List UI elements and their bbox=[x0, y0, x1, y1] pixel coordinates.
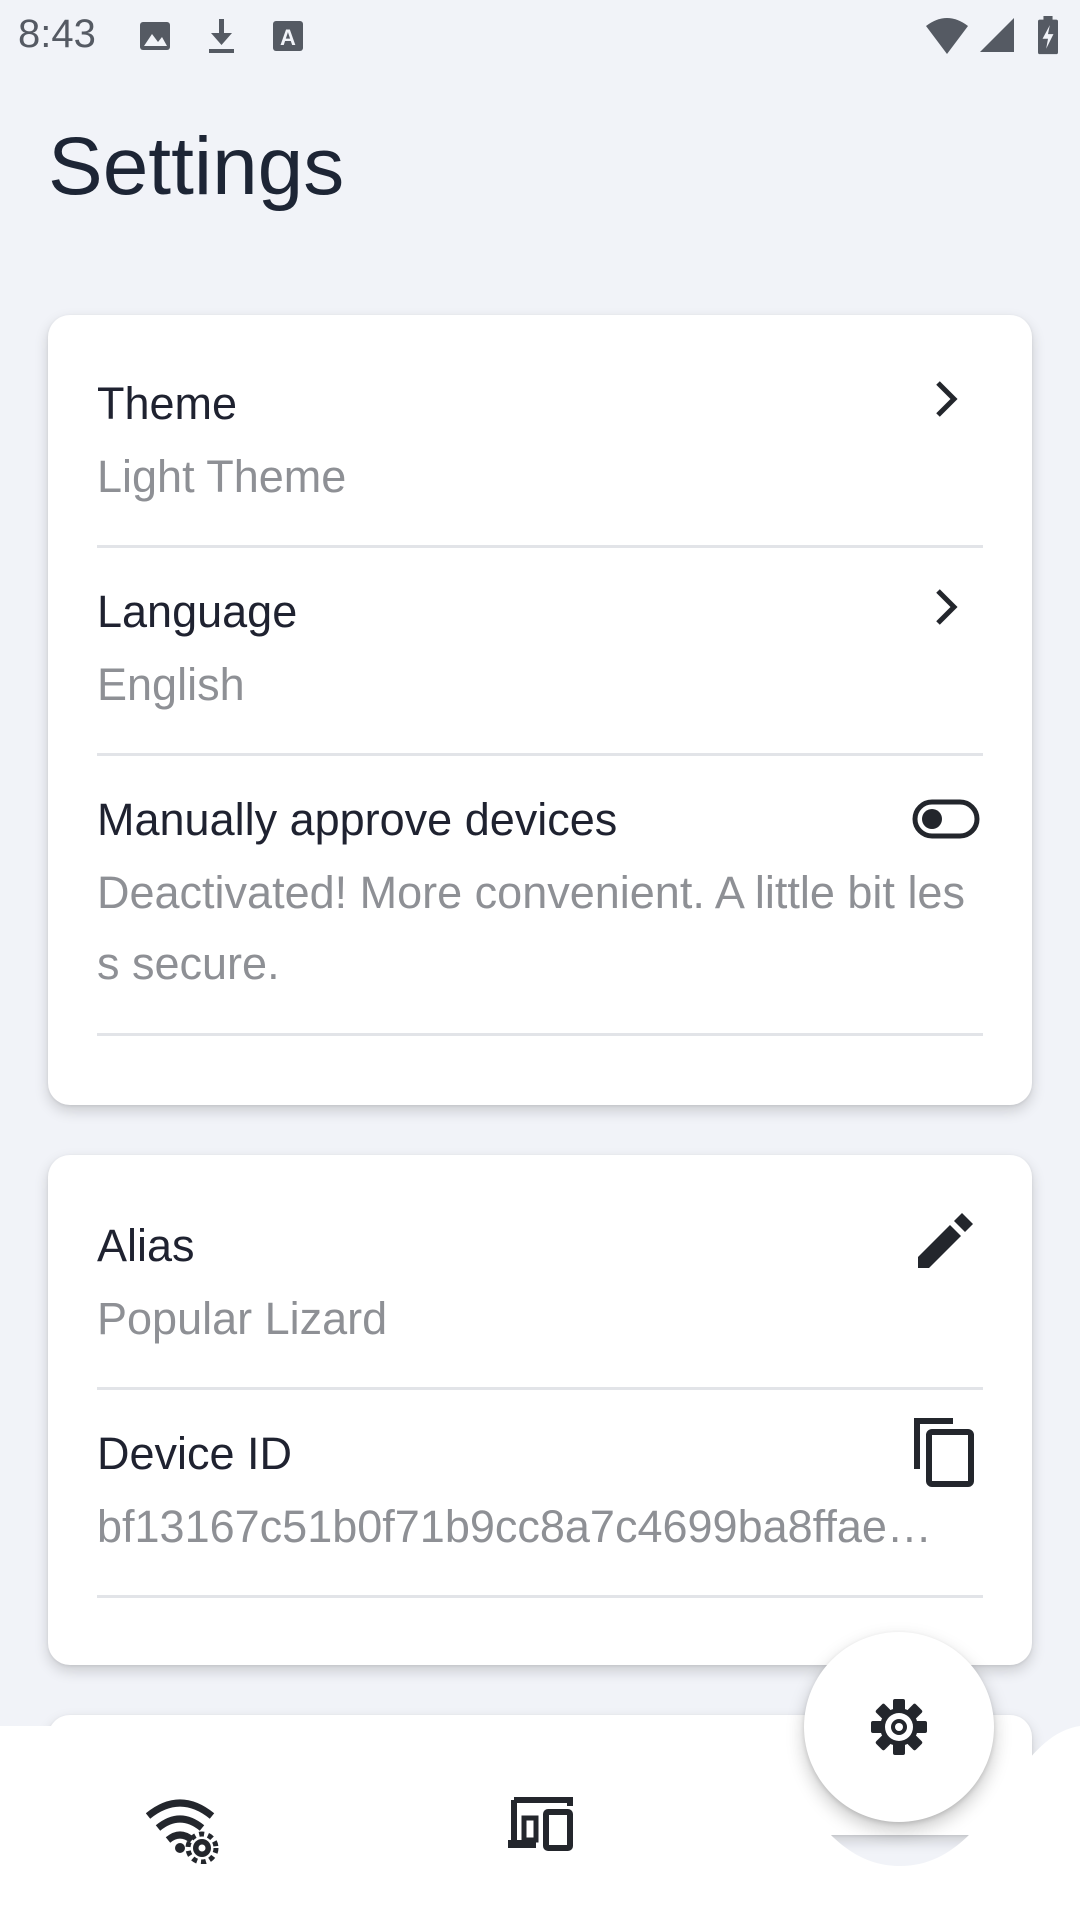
language-title: Language bbox=[97, 586, 298, 637]
device-id-value: bf13167c51b0f71b9cc8a7c4699ba8ffae… bbox=[97, 1501, 932, 1552]
chevron-right-icon[interactable] bbox=[926, 587, 966, 627]
keyboard-a-icon: A bbox=[273, 21, 303, 51]
device-id-setting-row[interactable]: Device ID bf13167c51b0f71b9cc8a7c4699ba8… bbox=[97, 1390, 983, 1598]
preferences-card: Theme Light Theme Language English Manua… bbox=[48, 315, 1032, 1105]
toggle-off-icon[interactable] bbox=[912, 799, 980, 839]
device-id-title: Device ID bbox=[97, 1428, 293, 1479]
language-setting-row[interactable]: Language English bbox=[97, 548, 983, 756]
cellular-signal-icon bbox=[980, 18, 1014, 52]
status-bar: 8:43 A bbox=[0, 0, 1080, 76]
status-time: 8:43 bbox=[18, 12, 96, 56]
page-title: Settings bbox=[48, 121, 345, 212]
approve-devices-title: Manually approve devices bbox=[97, 794, 618, 845]
approve-devices-setting-row[interactable]: Manually approve devices Deactivated! Mo… bbox=[97, 756, 983, 1036]
svg-text:A: A bbox=[280, 25, 296, 50]
edit-pencil-icon[interactable] bbox=[916, 1212, 974, 1270]
language-value: English bbox=[97, 659, 245, 710]
wifi-icon bbox=[926, 18, 968, 54]
image-icon bbox=[140, 22, 170, 50]
alias-value: Popular Lizard bbox=[97, 1293, 388, 1344]
copy-icon[interactable] bbox=[913, 1417, 975, 1487]
battery-charging-icon bbox=[1038, 16, 1058, 55]
theme-setting-row[interactable]: Theme Light Theme bbox=[97, 315, 983, 548]
alias-setting-row[interactable]: Alias Popular Lizard bbox=[97, 1155, 983, 1390]
alias-title: Alias bbox=[97, 1220, 195, 1271]
theme-value: Light Theme bbox=[97, 451, 347, 502]
download-icon bbox=[209, 19, 234, 53]
device-card: Alias Popular Lizard Device ID bf13167c5… bbox=[48, 1155, 1032, 1665]
gear-icon[interactable] bbox=[869, 1697, 929, 1757]
chevron-right-icon[interactable] bbox=[926, 379, 966, 419]
wifi-settings-icon[interactable] bbox=[146, 1796, 220, 1864]
theme-title: Theme bbox=[97, 378, 238, 429]
approve-devices-description: Deactivated! More convenient. A little b… bbox=[97, 867, 965, 989]
settings-nav-button[interactable] bbox=[804, 1632, 994, 1822]
devices-icon[interactable] bbox=[506, 1796, 574, 1852]
